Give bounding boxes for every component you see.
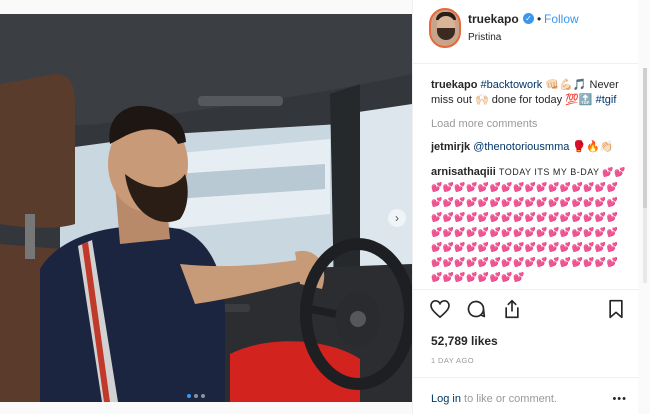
comment-icon[interactable] [465,298,487,320]
load-more-comments-button[interactable]: Load more comments [431,118,627,130]
post-side-panel: truekapo ✓ • Follow Pristina truekapo #b… [412,0,647,414]
verified-badge-icon: ✓ [523,13,534,24]
heart-icon[interactable] [429,298,451,320]
comments-scrollbar[interactable] [643,68,647,283]
separator: • [537,12,542,26]
like-count[interactable]: 52,789 likes [431,334,498,348]
carousel-dots [187,394,205,398]
comment: jetmirjk @thenotoriousmma 🥊🔥👏🏻 [431,140,627,155]
more-options-icon[interactable]: ••• [612,393,627,405]
timestamp[interactable]: 1 DAY AGO [431,356,474,365]
carousel-dot [201,394,205,398]
post-header: truekapo ✓ • Follow Pristina [413,0,638,64]
avatar[interactable] [429,8,461,48]
next-photo-arrow-icon[interactable]: › [388,209,406,227]
comment-author[interactable]: truekapo [431,79,477,91]
hashtag-link[interactable]: #tgif [596,94,617,106]
comment-text: TODAY ITS MY B-DAY 💕💕💕💕💕💕💕💕💕💕💕💕💕💕💕💕💕💕💕💕💕… [431,167,626,282]
comment-author[interactable]: arnisathaqiii [431,166,496,178]
login-link[interactable]: Log in [431,393,461,405]
comment-author[interactable]: jetmirjk [431,141,470,153]
post-photo[interactable]: › [0,14,412,402]
carousel-dot [194,394,198,398]
comment: arnisathaqiii TODAY ITS MY B-DAY 💕💕💕💕💕💕💕… [431,165,627,285]
comments-list: truekapo #backtowork 👊🏻💪🏻🎵 Never miss ou… [413,64,639,289]
photo-illustration [0,14,412,402]
carousel-dot [187,394,191,398]
username[interactable]: truekapo [468,12,519,26]
mention-link[interactable]: @thenotoriousmma [473,141,569,153]
comment-text: 🥊🔥👏🏻 [569,141,614,153]
post-actions: 52,789 likes 1 DAY AGO Log in to like or… [413,289,639,414]
location-link[interactable]: Pristina [468,32,501,43]
hashtag-link[interactable]: #backtowork [481,79,543,91]
login-prompt: Log in to like or comment. [413,377,639,405]
share-icon[interactable] [501,298,523,320]
follow-button[interactable]: Follow [544,12,579,26]
login-prompt-text: to like or comment. [460,393,557,405]
caption: truekapo #backtowork 👊🏻💪🏻🎵 Never miss ou… [431,78,627,108]
bookmark-icon[interactable] [605,298,627,320]
